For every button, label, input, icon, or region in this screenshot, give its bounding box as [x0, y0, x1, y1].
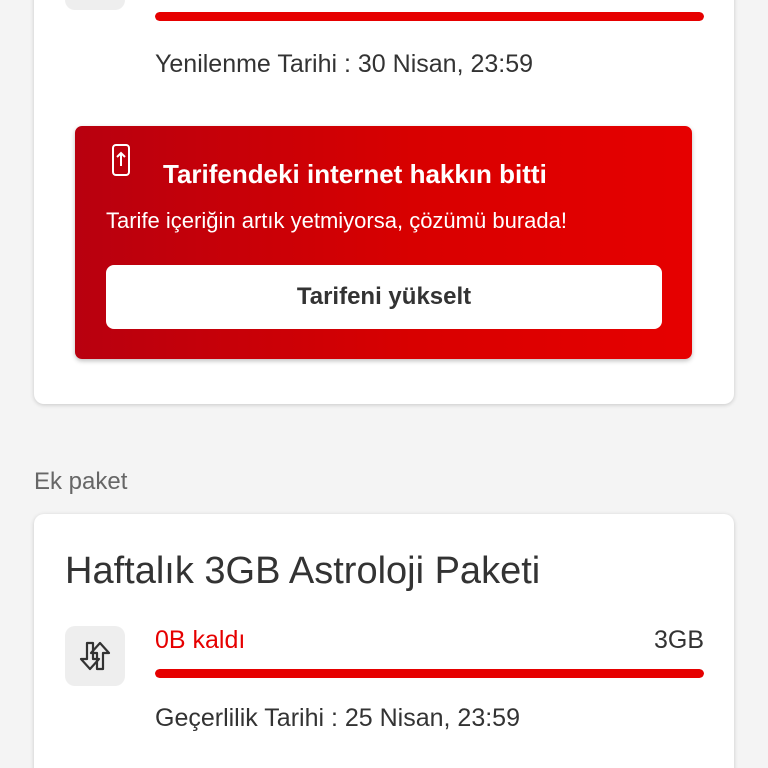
- total-amount: 3GB: [653, 626, 704, 654]
- data-transfer-icon: [65, 626, 125, 686]
- upgrade-tariff-button[interactable]: Tarifeni yükselt: [106, 265, 662, 329]
- addon-package-card[interactable]: Haftalık 3GB Astroloji Paketi 0B kaldı 3…: [34, 514, 734, 768]
- validity-date: Geçerlilik Tarihi : 25 Nisan, 23:59: [155, 704, 520, 732]
- package-usage-bar: [155, 669, 704, 678]
- remaining-amount: 0B kaldı: [155, 626, 246, 654]
- out-of-data-banner: Tarifendeki internet hakkın bitti Tarife…: [75, 126, 692, 359]
- banner-description: Tarife içeriğin artık yetmiyorsa, çözümü…: [106, 208, 567, 233]
- package-title: Haftalık 3GB Astroloji Paketi: [65, 550, 541, 592]
- tariff-usage-bar-fill: [155, 12, 704, 21]
- addon-section-label: Ek paket: [34, 468, 128, 495]
- renewal-date: Yenilenme Tarihi : 30 Nisan, 23:59: [155, 50, 534, 78]
- phone-upgrade-icon: [111, 144, 133, 183]
- data-transfer-icon: [65, 0, 125, 10]
- package-usage-bar-fill: [155, 669, 704, 678]
- banner-title: Tarifendeki internet hakkın bitti: [163, 159, 547, 189]
- tariff-usage-bar: [155, 12, 704, 21]
